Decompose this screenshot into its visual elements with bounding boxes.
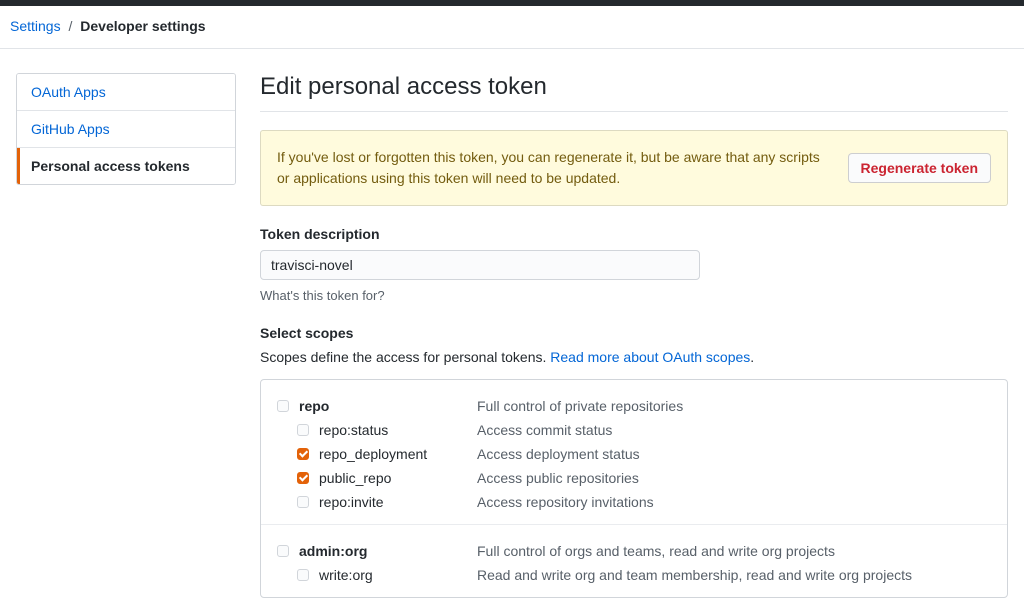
scope-group-repo: repo Full control of private repositories…	[261, 380, 1007, 525]
scope-row-public-repo: public_repo Access public repositories	[277, 466, 991, 490]
breadcrumb-current: Developer settings	[80, 18, 205, 34]
token-description-help: What's this token for?	[260, 288, 1008, 303]
sidenav-item-github-apps[interactable]: GitHub Apps	[17, 111, 235, 148]
scope-name-col: admin:org	[277, 543, 477, 559]
scopes-desc-post: .	[750, 349, 754, 365]
scope-description: Access deployment status	[477, 446, 991, 462]
scope-label: admin:org	[299, 543, 367, 559]
scope-row-repo: repo Full control of private repositories	[277, 394, 991, 418]
side-navigation: OAuth AppsGitHub AppsPersonal access tok…	[16, 73, 236, 185]
scope-name-col: repo	[277, 398, 477, 414]
scope-checkbox-repo-invite[interactable]	[297, 496, 309, 508]
regenerate-flash: If you've lost or forgotten this token, …	[260, 130, 1008, 206]
scope-label: repo:status	[319, 422, 388, 438]
regenerate-token-button[interactable]: Regenerate token	[848, 153, 991, 183]
scope-name-col: repo:status	[277, 422, 477, 438]
token-description-input[interactable]	[260, 250, 700, 280]
scope-label: repo_deployment	[319, 446, 427, 462]
scope-checkbox-write-org[interactable]	[297, 569, 309, 581]
scope-row-repo-invite: repo:invite Access repository invitations	[277, 490, 991, 514]
scope-checkbox-admin-org[interactable]	[277, 545, 289, 557]
sidenav-item-oauth-apps[interactable]: OAuth Apps	[17, 74, 235, 111]
scope-label: repo	[299, 398, 329, 414]
scope-label: write:org	[319, 567, 373, 583]
scope-description: Full control of private repositories	[477, 398, 991, 414]
select-scopes-heading: Select scopes	[260, 325, 1008, 341]
scope-name-col: public_repo	[277, 470, 477, 486]
main-content: Edit personal access token If you've los…	[260, 73, 1008, 598]
scope-checkbox-repo-deployment[interactable]	[297, 448, 309, 460]
scope-row-repo-deployment: repo_deployment Access deployment status	[277, 442, 991, 466]
breadcrumb-parent-link[interactable]: Settings	[10, 18, 61, 34]
sidenav-item-personal-access-tokens: Personal access tokens	[17, 148, 235, 184]
scope-name-col: write:org	[277, 567, 477, 583]
scope-label: public_repo	[319, 470, 391, 486]
flash-text: If you've lost or forgotten this token, …	[277, 147, 832, 189]
scope-checkbox-repo-status[interactable]	[297, 424, 309, 436]
scope-group-admin-org: admin:org Full control of orgs and teams,…	[261, 525, 1007, 597]
select-scopes-section: Select scopes Scopes define the access f…	[260, 325, 1008, 598]
scopes-description: Scopes define the access for personal to…	[260, 349, 1008, 365]
page-title: Edit personal access token	[260, 73, 1008, 112]
scopes-desc-text: Scopes define the access for personal to…	[260, 349, 550, 365]
breadcrumb-separator: /	[68, 18, 72, 34]
scope-checkbox-public-repo[interactable]	[297, 472, 309, 484]
scope-row-admin-org: admin:org Full control of orgs and teams,…	[277, 539, 991, 563]
scope-row-write-org: write:org Read and write org and team mem…	[277, 563, 991, 587]
scope-checkbox-repo[interactable]	[277, 400, 289, 412]
scope-description: Access public repositories	[477, 470, 991, 486]
oauth-scopes-link[interactable]: Read more about OAuth scopes	[550, 349, 750, 365]
token-description-section: Token description What's this token for?	[260, 226, 1008, 303]
token-description-label: Token description	[260, 226, 1008, 242]
scopes-list: repo Full control of private repositories…	[260, 379, 1008, 598]
breadcrumb: Settings / Developer settings	[0, 6, 1024, 49]
scope-row-repo-status: repo:status Access commit status	[277, 418, 991, 442]
scope-description: Read and write org and team membership, …	[477, 567, 991, 583]
scope-name-col: repo_deployment	[277, 446, 477, 462]
scope-description: Access repository invitations	[477, 494, 991, 510]
scope-name-col: repo:invite	[277, 494, 477, 510]
scope-label: repo:invite	[319, 494, 384, 510]
scope-description: Full control of orgs and teams, read and…	[477, 543, 991, 559]
scope-description: Access commit status	[477, 422, 991, 438]
